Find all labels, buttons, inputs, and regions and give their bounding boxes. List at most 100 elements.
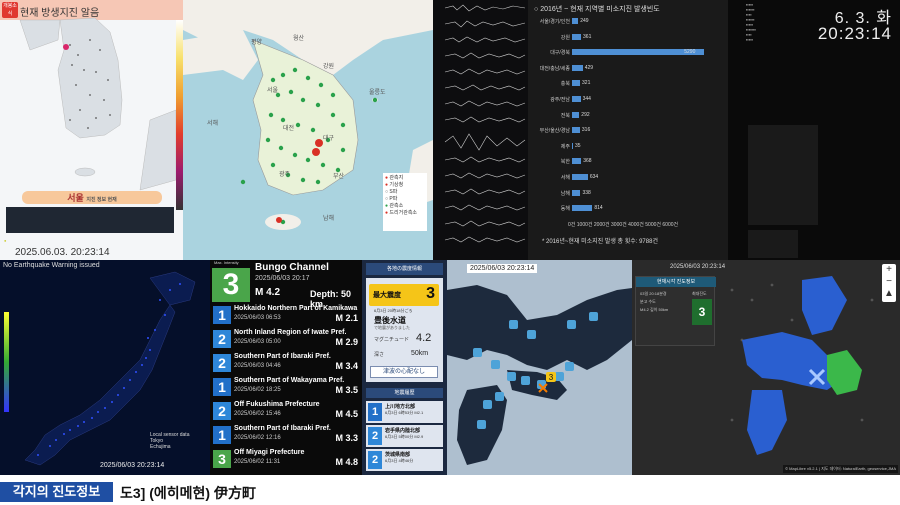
kr-info-card: 현재시각 진도정보 03일 20:18분경 분고 수도 M4.2 깊이 50km…	[635, 276, 716, 346]
chart-bar	[572, 142, 573, 149]
svg-text:부산: 부산	[333, 172, 345, 180]
item-time: 2025/06/02 12:16	[234, 435, 281, 441]
svg-text:웡산: 웡산	[293, 34, 305, 42]
item-place: Southern Part of Wakayama Pref.	[234, 377, 345, 384]
chart-category-label: 대구/경북	[550, 50, 570, 57]
item-time: 2025/06/02 15:46	[234, 411, 281, 417]
japan-sensor-panel: No Earthquake Warning issued Local senso…	[0, 260, 210, 475]
earthquake-list-item[interactable]: 3 Off Miyagi Prefecture 2025/06/02 11:31 M …	[212, 448, 362, 470]
japan-timestamp: 2025/06/03 20:23:14	[100, 462, 165, 469]
chart-value-label: 429	[584, 64, 594, 71]
zoom-control[interactable]: + − ▲	[882, 264, 896, 302]
map-legend: ● 관측지 ● 기상청 ○ S파 ○ P파 ● 관측소 ● 드리거관측소	[383, 173, 427, 231]
earthquake-list-item[interactable]: 1 Hokkaido Northern Part of Kamikawa 2025/…	[212, 304, 362, 326]
history-intensity: 2	[368, 451, 382, 469]
history-item[interactable]: 2 岩手県内陸北部 6月3日 5時00分 M2.9	[366, 425, 443, 447]
chart-category-label: 부산/울산/경남	[539, 128, 570, 135]
chart-category-label: 북한	[560, 159, 570, 166]
main-intensity: 3	[212, 268, 250, 302]
history-item[interactable]: 2 茨城県南部 6月3日 4時46分	[366, 449, 443, 471]
ticker-text: 도3] (에히메현) 伊方町	[120, 485, 256, 501]
ticker-label: 각지의 진도정보	[0, 482, 113, 502]
chart-title: ○ 2016년 ~ 현재 지역별 미소지진 발생빈도	[534, 6, 660, 13]
waveform-traces	[444, 4, 526, 243]
item-intensity: 1	[213, 426, 231, 444]
jma-depth-value: 50km	[411, 350, 429, 357]
earthquake-list-item[interactable]: 2 Off Fukushima Prefecture 2025/06/02 15:4…	[212, 400, 362, 422]
chart-category-label: 서해	[560, 175, 570, 181]
info-note: ●	[4, 238, 7, 243]
korea-timestamp: 2025.06.03. 20:23:14	[15, 247, 110, 258]
item-place: Southern Part of Ibaraki Pref.	[234, 353, 331, 360]
chart-bar	[572, 33, 582, 40]
svg-text:대구: 대구	[323, 134, 335, 142]
item-time: 2025/06/03 05:00	[234, 339, 281, 345]
intensity-table	[6, 207, 174, 233]
item-time: 2025/06/03 04:46	[234, 363, 281, 369]
svg-text:광주: 광주	[279, 171, 291, 178]
chart-value-label: 249	[580, 18, 589, 24]
svg-text:대전: 대전	[283, 124, 294, 132]
chart-category-label: 남해	[560, 190, 570, 197]
frequency-chart-panel: ○ 2016년 ~ 현재 지역별 미소지진 발생빈도 서울/경기/인천 249 강원…	[528, 0, 728, 260]
chart-value-label: 338	[582, 189, 591, 196]
jma-time: 6月3日 20時18分ごろ	[374, 308, 413, 313]
chart-category-label: 전북	[560, 112, 570, 119]
jma-sub: で地震がありました	[374, 325, 410, 330]
history-item[interactable]: 1 上川地方北部 6月3日 6時53分 M2.1	[366, 401, 443, 423]
chart-bar	[572, 96, 581, 102]
earthquake-list-item[interactable]: 1 Southern Part of Wakayama Pref. 2025/06/…	[212, 376, 362, 398]
main-magnitude: M 4.2	[255, 287, 281, 298]
item-magnitude: M 4.5	[335, 409, 358, 419]
chart-bar	[572, 64, 583, 71]
tsunami-status-button[interactable]: 津波の心配なし	[370, 366, 438, 378]
kr-shindo-panel[interactable]: 2025/06/03 20:23:14 현재시각 진도정보 03일 20:18분…	[632, 260, 900, 475]
chart-value-label: 292	[581, 111, 590, 118]
item-magnitude: M 4.8	[335, 457, 358, 467]
city-label: 서울 지진 정보 현재	[22, 191, 162, 204]
chart-value-label: 321	[582, 80, 591, 87]
station-map-panel[interactable]: 평양 웡산 강원 서울 대전 부산 광주 대구 울릉도 서해 남해 ● 관측지 …	[183, 0, 433, 260]
item-magnitude: M 3.5	[335, 385, 358, 395]
item-time: 2025/06/03 06:53	[234, 315, 281, 321]
chart-category-label: 강원	[560, 34, 570, 41]
jma-header: 各地の震度情報	[366, 263, 443, 275]
jma-mag-label: マグニチュード	[374, 337, 410, 343]
shindo-map-panel[interactable]: 2025/06/03 20:23:14 3	[447, 260, 632, 475]
item-magnitude: M 3.3	[335, 433, 358, 443]
chart-category-label: 제주	[560, 143, 570, 150]
item-intensity: 1	[213, 306, 231, 324]
chart-category-label: 광주/전남	[550, 97, 570, 103]
history-place: 岩手県内陸北部	[385, 428, 421, 434]
chart-bar	[572, 18, 579, 24]
korea-intensity-panel: 개봉소식 현재 방생지진 알음 서울 지진 정보 현재 ● 2025.06.03…	[0, 0, 183, 260]
ticker-bar: 각지의 진도정보 도3] (에히메현) 伊方町	[0, 475, 900, 505]
earthquake-list-item[interactable]: 2 North Inland Region of Iwate Pref. 2025/…	[212, 328, 362, 350]
chart-value-label: 361	[583, 33, 592, 40]
jma-info-panel: 各地の震度情報 最大震度 3 6月3日 20時18分ごろ 豊後水道 で地震があり…	[362, 260, 447, 475]
earthquake-list-item[interactable]: 1 Southern Part of Ibaraki Pref. 2025/06/0…	[212, 424, 362, 446]
zoom-out-button[interactable]: −	[882, 276, 896, 288]
svg-text:서울: 서울	[267, 86, 279, 94]
item-place: Off Fukushima Prefecture	[234, 401, 320, 408]
kr-max-label: 최대진도	[692, 291, 707, 296]
kr-card-title: 현재시각 진도정보	[636, 277, 716, 287]
earthquake-list-item[interactable]: 2 Southern Part of Ibaraki Pref. 2025/06/0…	[212, 352, 362, 374]
chart-value-label: 5290	[684, 49, 696, 56]
history-place: 上川地方北部	[385, 404, 416, 410]
chart-bar	[572, 127, 580, 134]
svg-text:서해: 서해	[207, 119, 218, 127]
shindo-map: 3	[447, 285, 632, 465]
item-intensity: 1	[213, 378, 231, 396]
item-magnitude: M 3.4	[335, 361, 358, 371]
jma-depth-label: 深さ	[374, 352, 385, 358]
compass-icon[interactable]: ▲	[882, 288, 896, 300]
sensor-location: Local sensor data Tokyo Echujima	[150, 432, 190, 450]
chart-value-label: 368	[583, 158, 592, 165]
svg-text:울릉도: 울릉도	[369, 89, 386, 96]
zoom-in-button[interactable]: +	[882, 264, 896, 276]
item-place: Hokkaido Northern Part of Kamikawa	[234, 305, 358, 312]
intensity-scale	[176, 20, 183, 210]
chart-bar	[572, 111, 580, 118]
chart-category-label: 충북	[560, 81, 570, 88]
